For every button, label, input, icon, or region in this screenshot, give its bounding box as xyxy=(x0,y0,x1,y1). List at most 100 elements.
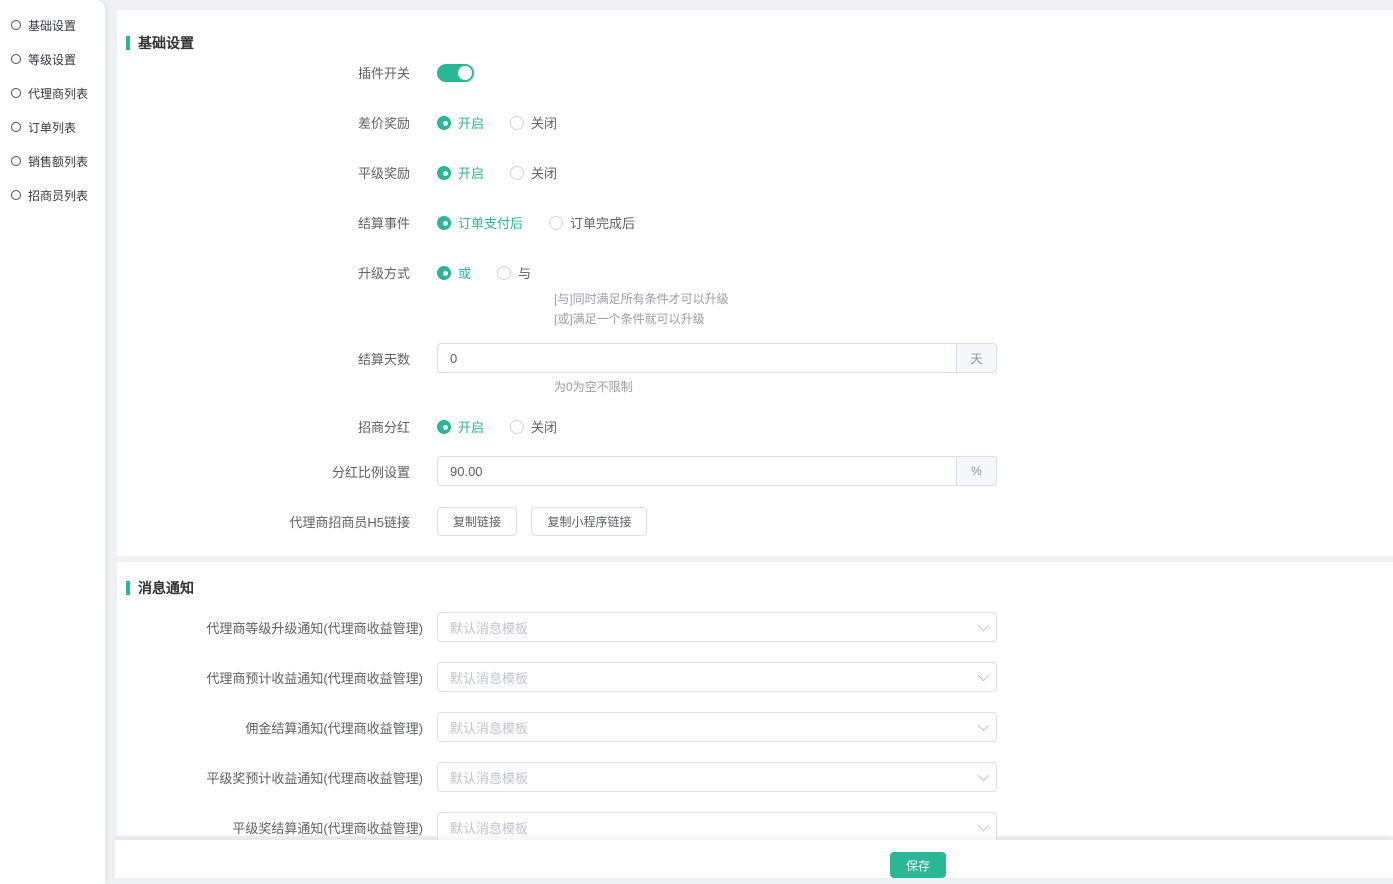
sidebar-item-label: 等级设置 xyxy=(28,51,76,68)
radio-icon xyxy=(510,420,524,434)
form-row-price-diff-reward: 差价奖励 开启 关闭 xyxy=(117,113,1393,132)
radio-selected-icon xyxy=(437,420,451,434)
field-label: 代理商等级升级通知(代理商收益管理) xyxy=(117,618,423,637)
radio-icon xyxy=(549,216,563,230)
radio-option-or[interactable]: 或 xyxy=(437,263,471,282)
form-row-settlement-event: 结算事件 订单支付后 订单完成后 xyxy=(117,213,1393,232)
chevron-down-icon xyxy=(978,820,989,831)
template-select[interactable]: 默认消息模板 xyxy=(437,612,997,642)
form-row-level-upgrade-notify: 代理商等级升级通知(代理商收益管理) 默认消息模板 xyxy=(117,612,1393,642)
template-select[interactable]: 默认消息模板 xyxy=(437,762,997,792)
form-row-dividend-ratio: 分红比例设置 % xyxy=(117,456,1393,486)
radio-option-on[interactable]: 开启 xyxy=(437,417,484,436)
radio-option-label: 订单支付后 xyxy=(458,213,523,232)
plugin-switch-toggle[interactable] xyxy=(437,64,474,82)
circle-icon xyxy=(11,54,21,64)
field-label: 代理商招商员H5链接 xyxy=(117,512,410,531)
section-header: 基础设置 xyxy=(126,33,1393,53)
sidebar-item-basic-settings[interactable]: 基础设置 xyxy=(0,8,105,42)
field-label: 代理商预计收益通知(代理商收益管理) xyxy=(117,668,423,687)
form-row-expected-income-notify: 代理商预计收益通知(代理商收益管理) 默认消息模板 xyxy=(117,662,1393,692)
copy-miniprogram-link-button[interactable]: 复制小程序链接 xyxy=(531,507,647,536)
field-label: 平级奖结算通知(代理商收益管理) xyxy=(117,818,423,837)
field-label: 平级奖励 xyxy=(117,163,410,182)
radio-selected-icon xyxy=(437,266,451,280)
copy-link-button[interactable]: 复制链接 xyxy=(437,507,517,536)
section-title: 基础设置 xyxy=(138,33,194,53)
section-accent-bar xyxy=(126,36,130,50)
form-row-plugin-switch: 插件开关 xyxy=(117,63,1393,82)
field-label: 插件开关 xyxy=(117,63,410,82)
sidebar-item-label: 基础设置 xyxy=(28,17,76,34)
select-placeholder: 默认消息模板 xyxy=(450,768,528,787)
settlement-days-input[interactable] xyxy=(437,343,956,373)
sidebar-item-sales-list[interactable]: 销售额列表 xyxy=(0,144,105,178)
radio-icon xyxy=(497,266,511,280)
radio-option-after-payment[interactable]: 订单支付后 xyxy=(437,213,523,232)
template-select[interactable]: 默认消息模板 xyxy=(437,662,997,692)
input-suffix-days: 天 xyxy=(956,343,997,373)
help-text: [或]满足一个条件就可以升级 xyxy=(554,309,1393,329)
circle-icon xyxy=(11,20,21,30)
select-placeholder: 默认消息模板 xyxy=(450,718,528,737)
save-button[interactable]: 保存 xyxy=(890,852,946,878)
template-select[interactable]: 默认消息模板 xyxy=(437,812,997,842)
field-label: 结算事件 xyxy=(117,213,410,232)
radio-option-label: 与 xyxy=(518,263,531,282)
radio-icon xyxy=(510,166,524,180)
section-accent-bar xyxy=(126,581,130,595)
radio-option-off[interactable]: 关闭 xyxy=(510,417,557,436)
field-label: 佣金结算通知(代理商收益管理) xyxy=(117,718,423,737)
radio-option-off[interactable]: 关闭 xyxy=(510,113,557,132)
message-notify-panel: 消息通知 代理商等级升级通知(代理商收益管理) 默认消息模板 代理商预计收益通知… xyxy=(117,562,1393,836)
field-label: 平级奖预计收益通知(代理商收益管理) xyxy=(117,768,423,787)
radio-option-on[interactable]: 开启 xyxy=(437,113,484,132)
form-row-samelevel-expected-notify: 平级奖预计收益通知(代理商收益管理) 默认消息模板 xyxy=(117,762,1393,792)
sidebar-item-agent-list[interactable]: 代理商列表 xyxy=(0,76,105,110)
help-text: [与]同时满足所有条件才可以升级 xyxy=(554,289,1393,309)
section-header: 消息通知 xyxy=(126,578,1393,598)
basic-settings-panel: 基础设置 插件开关 差价奖励 开启 关闭 平级奖励 xyxy=(117,10,1393,556)
sidebar-item-level-settings[interactable]: 等级设置 xyxy=(0,42,105,76)
form-row-recruit-dividend: 招商分红 开启 关闭 xyxy=(117,417,1393,436)
radio-option-label: 关闭 xyxy=(531,163,557,182)
sidebar-item-order-list[interactable]: 订单列表 xyxy=(0,110,105,144)
form-row-same-level-reward: 平级奖励 开启 关闭 xyxy=(117,163,1393,182)
chevron-down-icon xyxy=(978,770,989,781)
radio-selected-icon xyxy=(437,116,451,130)
upgrade-mode-help: [与]同时满足所有条件才可以升级 [或]满足一个条件就可以升级 xyxy=(554,289,1393,329)
toggle-knob-icon xyxy=(458,66,472,80)
radio-option-label: 关闭 xyxy=(531,113,557,132)
form-row-settlement-days: 结算天数 天 xyxy=(117,343,1393,373)
chevron-down-icon xyxy=(978,720,989,731)
settlement-days-help: 为0为空不限制 xyxy=(554,378,1393,395)
radio-option-label: 开启 xyxy=(458,113,484,132)
select-placeholder: 默认消息模板 xyxy=(450,818,528,837)
chevron-down-icon xyxy=(978,670,989,681)
sidebar-item-label: 订单列表 xyxy=(28,119,76,136)
radio-option-label: 关闭 xyxy=(531,417,557,436)
field-label: 招商分红 xyxy=(117,417,410,436)
radio-option-off[interactable]: 关闭 xyxy=(510,163,557,182)
sidebar-item-label: 招商员列表 xyxy=(28,187,88,204)
dividend-ratio-input[interactable] xyxy=(437,456,956,486)
radio-option-on[interactable]: 开启 xyxy=(437,163,484,182)
radio-option-label: 开启 xyxy=(458,163,484,182)
field-label: 结算天数 xyxy=(117,349,410,368)
sidebar: 基础设置 等级设置 代理商列表 订单列表 销售额列表 招商员列表 xyxy=(0,0,105,884)
select-placeholder: 默认消息模板 xyxy=(450,668,528,687)
radio-option-and[interactable]: 与 xyxy=(497,263,531,282)
input-suffix-percent: % xyxy=(956,456,997,486)
form-row-commission-settle-notify: 佣金结算通知(代理商收益管理) 默认消息模板 xyxy=(117,712,1393,742)
radio-selected-icon xyxy=(437,216,451,230)
sidebar-item-label: 销售额列表 xyxy=(28,153,88,170)
radio-option-after-complete[interactable]: 订单完成后 xyxy=(549,213,635,232)
select-placeholder: 默认消息模板 xyxy=(450,618,528,637)
circle-icon xyxy=(11,190,21,200)
sidebar-item-recruiter-list[interactable]: 招商员列表 xyxy=(0,178,105,212)
form-row-h5-link: 代理商招商员H5链接 复制链接 复制小程序链接 xyxy=(117,507,1393,536)
section-title: 消息通知 xyxy=(138,578,194,598)
form-row-upgrade-mode: 升级方式 或 与 xyxy=(117,263,1393,282)
field-label: 差价奖励 xyxy=(117,113,410,132)
template-select[interactable]: 默认消息模板 xyxy=(437,712,997,742)
